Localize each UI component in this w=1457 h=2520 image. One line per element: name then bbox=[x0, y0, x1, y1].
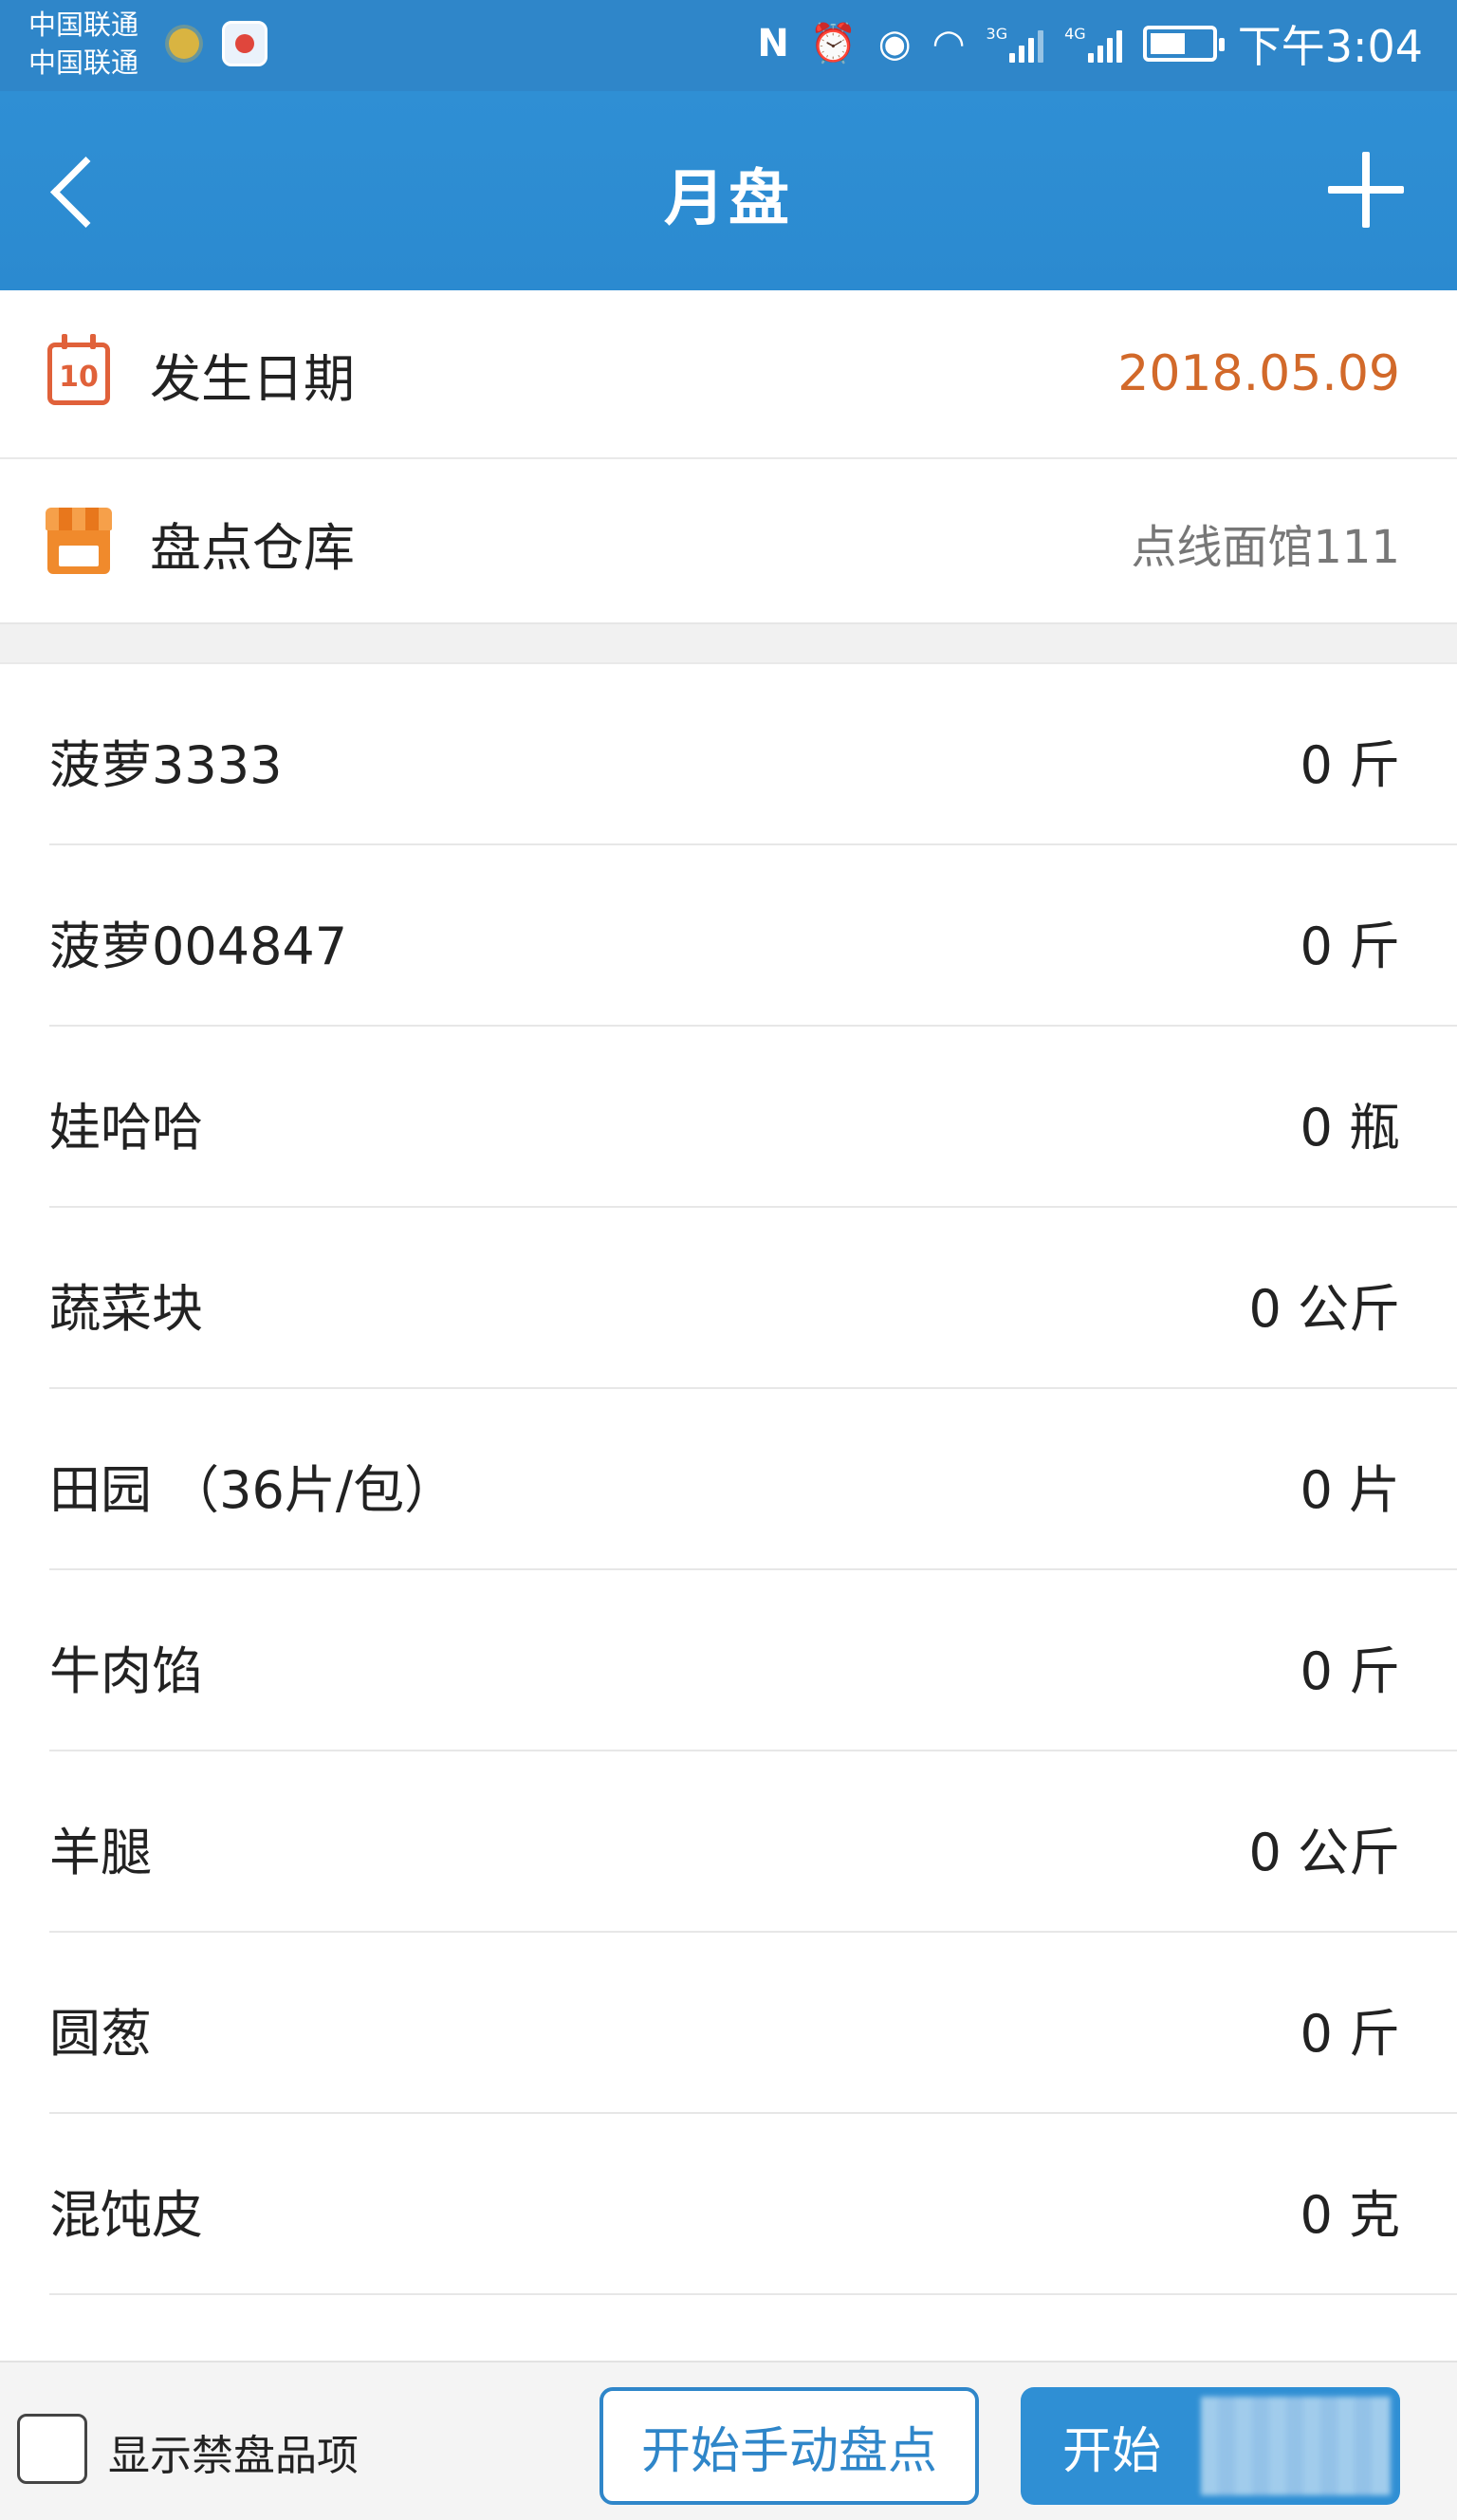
status-bar: 中国联通 中国联通 N ⏰ ◉ ◠ 3G 4G 下午3:04 bbox=[0, 0, 1457, 91]
status-app-icons bbox=[169, 21, 267, 66]
item-name: 蔬菜块 bbox=[49, 1279, 203, 1339]
blurred-text bbox=[1201, 2397, 1391, 2495]
list-item[interactable]: 圆葱 0 斤 bbox=[0, 1933, 1457, 2114]
item-qty: 0 公斤 bbox=[1248, 1279, 1400, 1339]
start-scan-count-label: 开始 bbox=[1062, 2422, 1162, 2480]
item-qty: 0 斤 bbox=[1300, 2004, 1400, 2064]
item-name: 田园 （36片/包） bbox=[49, 1460, 456, 1520]
item-list: 菠萝3333 0 斤 菠萝004847 0 斤 娃哈哈 0 瓶 蔬菜块 0 公斤… bbox=[0, 664, 1457, 2295]
start-manual-count-button[interactable]: 开始手动盘点 bbox=[599, 2387, 979, 2505]
signal-4g-icon: 4G bbox=[1064, 25, 1122, 63]
page-title: 月盘 bbox=[664, 164, 793, 234]
item-qty: 0 瓶 bbox=[1300, 1098, 1400, 1158]
show-disabled-items-checkbox[interactable] bbox=[17, 2414, 87, 2484]
nfc-icon: N bbox=[757, 22, 789, 65]
bottom-action-bar: 显示禁盘品项 开始手动盘点 开始 bbox=[0, 2361, 1457, 2520]
list-item[interactable]: 菠萝3333 0 斤 bbox=[0, 664, 1457, 845]
calendar-icon: 10 bbox=[47, 334, 110, 405]
divider bbox=[49, 2293, 1457, 2295]
list-item[interactable]: 羊腿 0 公斤 bbox=[0, 1751, 1457, 1933]
list-item[interactable]: 菠萝004847 0 斤 bbox=[0, 845, 1457, 1027]
item-qty: 0 斤 bbox=[1300, 917, 1400, 976]
start-scan-count-button[interactable]: 开始 bbox=[1021, 2387, 1400, 2505]
warehouse-value[interactable]: 点线面馆111 bbox=[1131, 510, 1400, 576]
alarm-icon: ⏰ bbox=[809, 22, 858, 65]
signal-4g-label: 4G bbox=[1064, 25, 1086, 43]
store-icon bbox=[46, 508, 112, 574]
item-name: 羊腿 bbox=[49, 1823, 152, 1882]
plus-icon[interactable] bbox=[1320, 144, 1411, 235]
weather-icon bbox=[169, 28, 199, 59]
item-name: 牛肉馅 bbox=[49, 1641, 203, 1701]
list-item[interactable]: 田园 （36片/包） 0 片 bbox=[0, 1389, 1457, 1570]
list-item[interactable]: 娃哈哈 0 瓶 bbox=[0, 1027, 1457, 1208]
carrier-1: 中国联通 bbox=[28, 9, 139, 41]
signal-3g-icon: 3G bbox=[987, 25, 1044, 63]
item-name: 菠萝004847 bbox=[49, 917, 348, 976]
list-item[interactable]: 混饨皮 0 克 bbox=[0, 2114, 1457, 2295]
item-qty: 0 斤 bbox=[1300, 735, 1400, 795]
app-notification-icon bbox=[222, 21, 267, 66]
signal-3g-label: 3G bbox=[986, 25, 1008, 43]
calendar-icon-day: 10 bbox=[59, 361, 99, 394]
show-disabled-items-label[interactable]: 显示禁盘品项 bbox=[108, 2421, 359, 2482]
list-item[interactable]: 蔬菜块 0 公斤 bbox=[0, 1208, 1457, 1389]
section-gap bbox=[0, 622, 1457, 664]
status-indicators: N ⏰ ◉ ◠ 3G 4G 下午3:04 bbox=[757, 13, 1423, 74]
list-item[interactable]: 牛肉馅 0 斤 bbox=[0, 1570, 1457, 1751]
date-label: 发生日期 bbox=[150, 348, 355, 409]
item-qty: 0 公斤 bbox=[1248, 1823, 1400, 1882]
item-name: 娃哈哈 bbox=[49, 1098, 203, 1158]
wifi-icon: ◠ bbox=[931, 22, 966, 65]
date-value[interactable]: 2018.05.09 bbox=[1117, 345, 1400, 402]
carrier-2: 中国联通 bbox=[28, 46, 139, 79]
warehouse-row[interactable]: 盘点仓库 点线面馆111 bbox=[0, 459, 1457, 626]
status-time: 下午3:04 bbox=[1237, 21, 1423, 72]
eye-comfort-icon: ◉ bbox=[877, 22, 912, 65]
item-name: 圆葱 bbox=[49, 2004, 152, 2064]
item-qty: 0 片 bbox=[1300, 1460, 1400, 1520]
item-qty: 0 克 bbox=[1300, 2185, 1400, 2245]
item-name: 菠萝3333 bbox=[49, 735, 283, 795]
item-qty: 0 斤 bbox=[1300, 1641, 1400, 1701]
warehouse-label: 盘点仓库 bbox=[150, 517, 355, 578]
date-row[interactable]: 10 发生日期 2018.05.09 bbox=[0, 290, 1457, 457]
carrier-info: 中国联通 中国联通 bbox=[28, 6, 138, 82]
nav-bar: 月盘 bbox=[0, 91, 1457, 290]
item-name: 混饨皮 bbox=[49, 2185, 203, 2245]
battery-icon bbox=[1142, 26, 1225, 62]
